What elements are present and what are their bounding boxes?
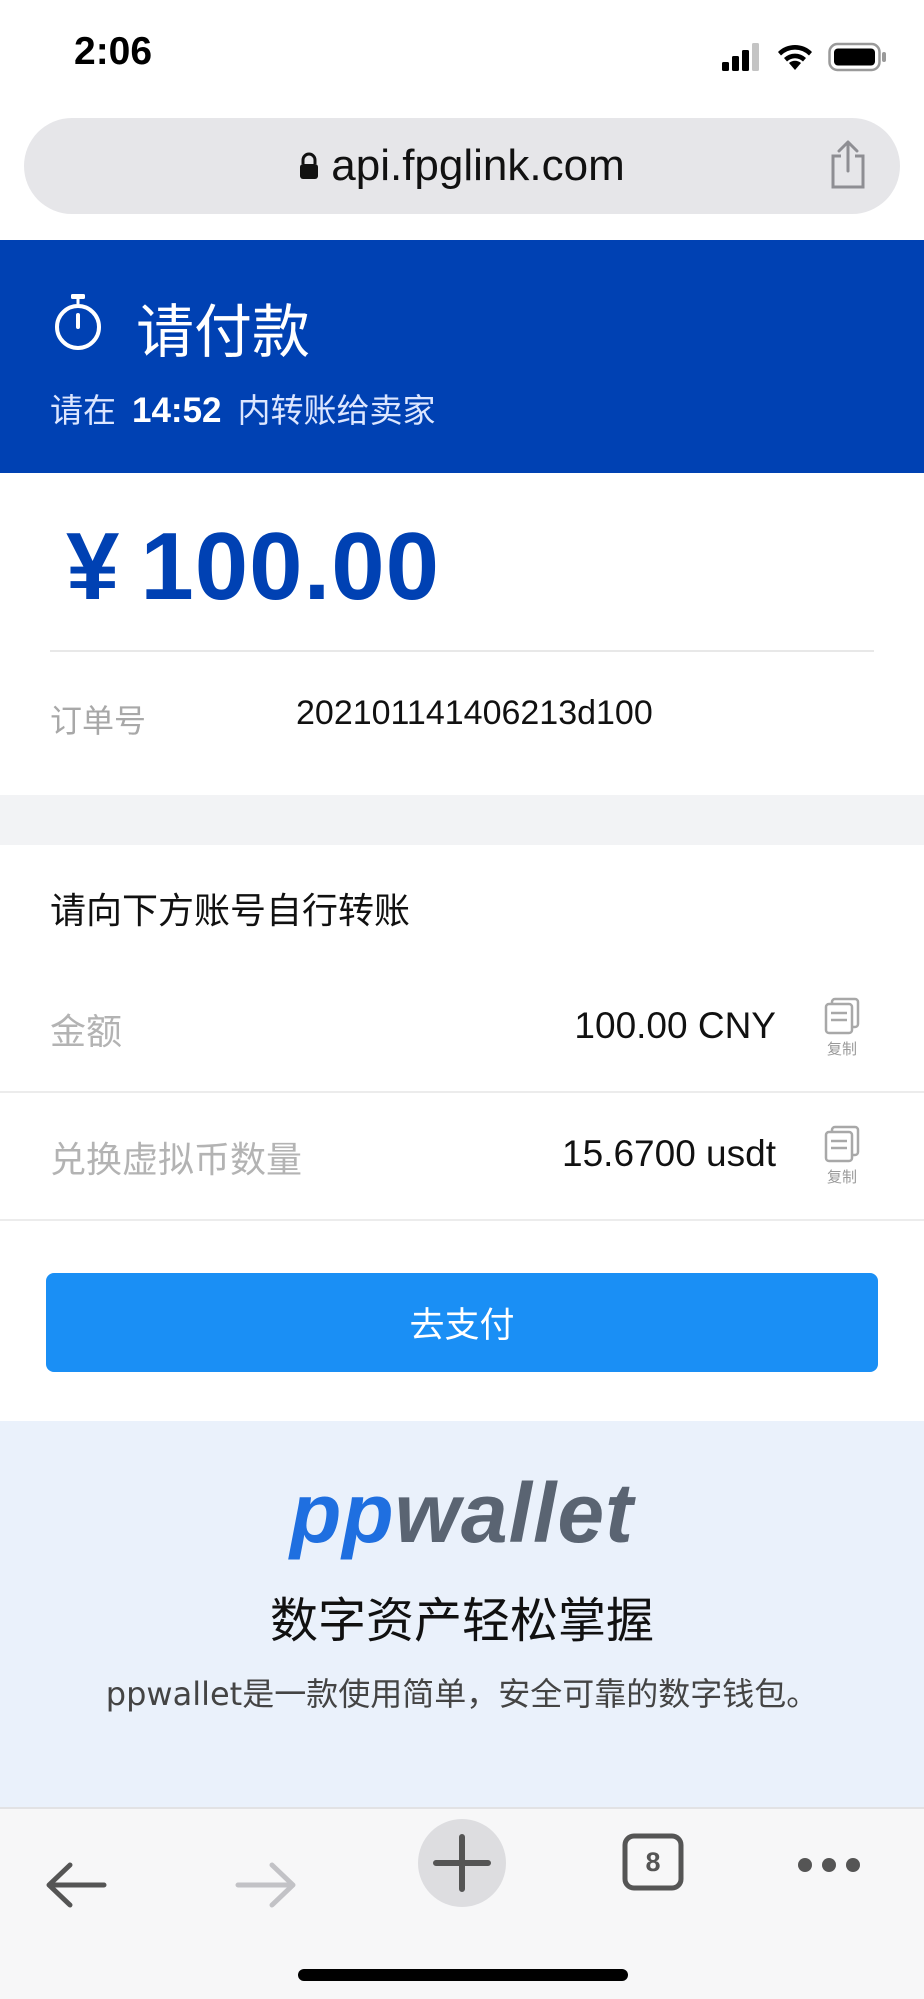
url-field[interactable]: api.fpglink.com <box>24 118 900 214</box>
order-number-label: 订单号 <box>50 702 147 740</box>
promo-description: ppwallet是一款使用简单，安全可靠的数字钱包。 <box>105 1675 819 1713</box>
forward-arrow-icon[interactable] <box>234 1859 298 1911</box>
status-bar: 2:06 <box>0 0 924 110</box>
crypto-amount-row: 兑换虚拟币数量 15.6700 usdt 复制 <box>0 1093 924 1221</box>
amount-row: 金额 100.00 CNY 复制 <box>0 965 924 1093</box>
payment-amount: ¥ 100.00 <box>66 512 440 622</box>
ppwallet-promo: ppwallet 数字资产轻松掌握 ppwallet是一款使用简单，安全可靠的数… <box>0 1421 924 1807</box>
pay-header: 请付款 请在 14:52 内转账给卖家 <box>0 240 924 473</box>
countdown-line: 请在 14:52 内转账给卖家 <box>50 384 436 432</box>
ppwallet-logo: ppwallet <box>0 1465 924 1562</box>
promo-title: 数字资产轻松掌握 <box>269 1593 654 1649</box>
amount-label: 金额 <box>50 1012 123 1053</box>
divider <box>50 650 874 652</box>
countdown-prefix: 请在 <box>50 391 116 430</box>
copy-icon <box>824 1125 860 1163</box>
tab-count: 8 <box>645 1846 661 1877</box>
url-bar[interactable]: api.fpglink.com <box>24 118 900 214</box>
logo-part-wallet: wallet <box>394 1466 635 1560</box>
status-icons <box>722 40 888 74</box>
amount-value: 100.00 <box>140 513 441 620</box>
wifi-icon <box>778 44 812 70</box>
order-number-value: 202101141406213d100 <box>296 694 653 732</box>
back-arrow-icon[interactable] <box>44 1859 108 1911</box>
status-time: 2:06 <box>74 30 153 73</box>
transfer-title: 请向下方账号自行转账 <box>50 891 411 932</box>
countdown-time: 14:52 <box>132 391 222 430</box>
copy-label: 复制 <box>826 1168 857 1186</box>
plus-icon <box>433 1834 491 1892</box>
home-indicator <box>298 1969 628 1981</box>
crypto-amount-label: 兑换虚拟币数量 <box>50 1140 303 1181</box>
new-tab-button[interactable] <box>418 1819 506 1907</box>
url-text: api.fpglink.com <box>331 141 625 190</box>
amount-row-value: 100.00 CNY <box>574 1005 776 1046</box>
copy-crypto-button[interactable]: 复制 <box>818 1125 866 1193</box>
copy-label: 复制 <box>826 1040 857 1058</box>
more-dots-icon[interactable] <box>796 1853 862 1877</box>
copy-icon <box>824 997 860 1035</box>
copy-amount-button[interactable]: 复制 <box>818 997 866 1065</box>
cellular-signal-icon <box>722 43 759 71</box>
divider <box>0 1219 924 1221</box>
payment-page: 2:06 api.fpglink.com 请付款 请在 14:52 内转账给卖家… <box>0 0 924 1999</box>
lock-icon <box>300 152 319 179</box>
currency-symbol: ¥ <box>66 513 121 620</box>
stopwatch-icon <box>55 294 101 350</box>
page-title: 请付款 <box>136 298 311 366</box>
crypto-amount-value: 15.6700 usdt <box>562 1133 776 1174</box>
battery-icon <box>828 42 886 72</box>
tabs-button[interactable]: 8 <box>622 1833 684 1895</box>
countdown-suffix: 内转账给卖家 <box>237 391 436 430</box>
go-pay-button[interactable]: 去支付 <box>46 1273 878 1372</box>
share-icon[interactable] <box>828 140 868 190</box>
logo-part-pp: pp <box>289 1466 395 1560</box>
section-separator <box>0 795 924 845</box>
